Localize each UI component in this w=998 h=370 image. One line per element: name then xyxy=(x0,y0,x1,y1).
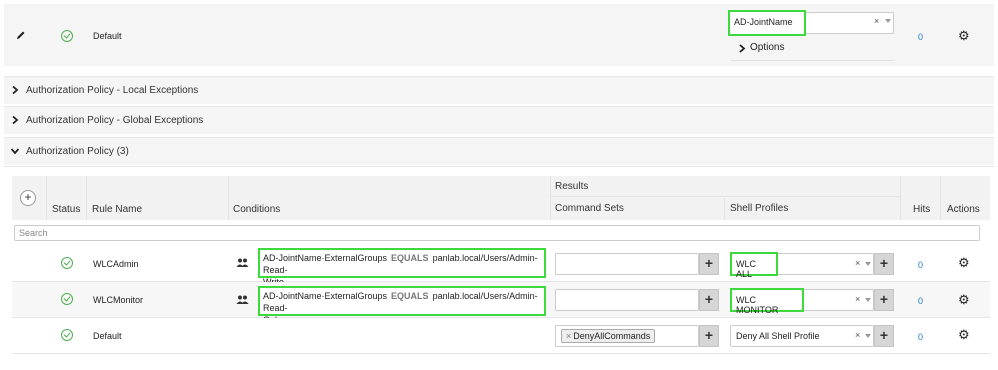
check-circle-icon xyxy=(61,329,73,341)
section-label: Authorization Policy (3) xyxy=(26,146,129,157)
plus-icon: + xyxy=(879,255,889,271)
header-actions: Actions xyxy=(947,204,980,215)
header-hits: Hits xyxy=(913,204,931,215)
x-icon[interactable]: × xyxy=(566,331,571,341)
plus-icon: + xyxy=(879,327,889,343)
hits-count[interactable]: 0 xyxy=(918,296,923,306)
check-circle-icon xyxy=(61,257,73,269)
caret-down-icon[interactable] xyxy=(885,19,891,23)
options-divider xyxy=(731,60,894,61)
tag-label: DenyAllCommands xyxy=(573,331,651,341)
options-label: Options xyxy=(750,42,785,53)
condition-expression[interactable]: AD-JointName·ExternalGroups EQUALS panlab.… xyxy=(258,286,546,325)
chevron-right-icon xyxy=(12,116,19,124)
header-command-sets: Command Sets xyxy=(555,203,624,214)
pencil-icon[interactable] xyxy=(16,30,26,40)
condition-attribute: AD-JointName·ExternalGroups xyxy=(263,253,388,263)
caret-down-icon[interactable] xyxy=(865,298,871,302)
column-divider xyxy=(86,176,87,220)
users-icon xyxy=(236,258,249,270)
search-input[interactable]: Search xyxy=(14,225,980,241)
condition-attribute: AD-JointName·ExternalGroups xyxy=(263,291,388,301)
x-icon[interactable]: × xyxy=(874,16,879,26)
rule-name: WLCMonitor xyxy=(93,295,144,305)
x-icon[interactable]: × xyxy=(855,330,860,340)
shell-profile-value: WLC ALL xyxy=(730,252,778,279)
rule-name: Default xyxy=(93,31,122,41)
condition-line: AD-JointName·ExternalGroups EQUALS panlab.… xyxy=(263,290,541,314)
header-rule-name: Rule Name xyxy=(92,204,143,215)
table-header xyxy=(12,176,990,220)
section-local-exceptions[interactable]: Authorization Policy - Local Exceptions xyxy=(4,76,994,104)
add-command-set-button[interactable]: + xyxy=(699,253,719,275)
x-icon[interactable]: × xyxy=(855,294,860,304)
header-results: Results xyxy=(555,181,589,192)
gear-icon[interactable]: ⚙ xyxy=(958,29,970,42)
users-icon xyxy=(236,295,249,307)
hits-count[interactable]: 0 xyxy=(918,32,923,42)
check-circle-icon xyxy=(61,30,73,42)
command-set-input[interactable] xyxy=(555,253,699,275)
condition-operator: EQUALS xyxy=(391,253,429,263)
options-toggle[interactable]: Options xyxy=(738,42,838,56)
check-circle-icon xyxy=(61,293,73,305)
section-global-exceptions[interactable]: Authorization Policy - Global Exceptions xyxy=(4,106,994,134)
add-shell-profile-button[interactable]: + xyxy=(874,253,894,275)
add-rule-button[interactable]: + xyxy=(20,190,36,206)
header-conditions: Conditions xyxy=(233,204,281,215)
condition-operator: EQUALS xyxy=(391,291,429,301)
hits-count[interactable]: 0 xyxy=(918,332,923,342)
command-set-tag[interactable]: × DenyAllCommands xyxy=(561,329,656,343)
header-status: Status xyxy=(52,204,81,215)
section-label: Authorization Policy - Global Exceptions xyxy=(26,115,204,126)
column-divider xyxy=(724,198,725,220)
caret-down-icon[interactable] xyxy=(865,262,871,266)
column-divider xyxy=(228,176,229,220)
header-shell-profiles: Shell Profiles xyxy=(730,203,789,214)
search-placeholder: Search xyxy=(19,228,48,238)
rule-name: Default xyxy=(93,331,122,341)
gear-icon[interactable]: ⚙ xyxy=(958,328,970,341)
condition-expression[interactable]: AD-JointName·ExternalGroups EQUALS panlab.… xyxy=(258,248,546,287)
condition-line: AD-JointName·ExternalGroups EQUALS panlab.… xyxy=(263,252,541,276)
add-command-set-button[interactable]: + xyxy=(699,289,719,311)
add-command-set-button[interactable]: + xyxy=(699,325,719,347)
chevron-right-icon xyxy=(12,86,19,94)
chevron-down-icon xyxy=(11,148,19,155)
section-authorization-policy[interactable]: Authorization Policy (3) xyxy=(4,137,994,165)
plus-icon: + xyxy=(704,255,714,271)
hits-count[interactable]: 0 xyxy=(918,260,923,270)
chevron-right-icon xyxy=(739,44,746,53)
gear-icon[interactable]: ⚙ xyxy=(958,293,970,306)
plus-icon: + xyxy=(704,327,714,343)
column-divider xyxy=(940,176,941,220)
gear-icon[interactable]: ⚙ xyxy=(958,256,970,269)
column-divider xyxy=(550,176,551,220)
command-set-input[interactable] xyxy=(555,289,699,311)
plus-icon: + xyxy=(879,291,889,307)
column-divider xyxy=(46,176,47,220)
shell-profile-value: Deny All Shell Profile xyxy=(736,331,820,341)
add-shell-profile-button[interactable]: + xyxy=(874,325,894,347)
shell-profile-value: WLC MONITOR xyxy=(730,288,804,315)
column-divider xyxy=(900,176,901,220)
plus-icon: + xyxy=(704,291,714,307)
x-icon[interactable]: × xyxy=(855,258,860,268)
results-divider xyxy=(550,196,900,197)
plus-icon: + xyxy=(24,190,32,204)
section-label: Authorization Policy - Local Exceptions xyxy=(26,85,199,96)
add-shell-profile-button[interactable]: + xyxy=(874,289,894,311)
condition-select-value: AD-JointName xyxy=(728,10,806,36)
rule-name: WLCAdmin xyxy=(93,259,139,269)
caret-down-icon[interactable] xyxy=(865,334,871,338)
